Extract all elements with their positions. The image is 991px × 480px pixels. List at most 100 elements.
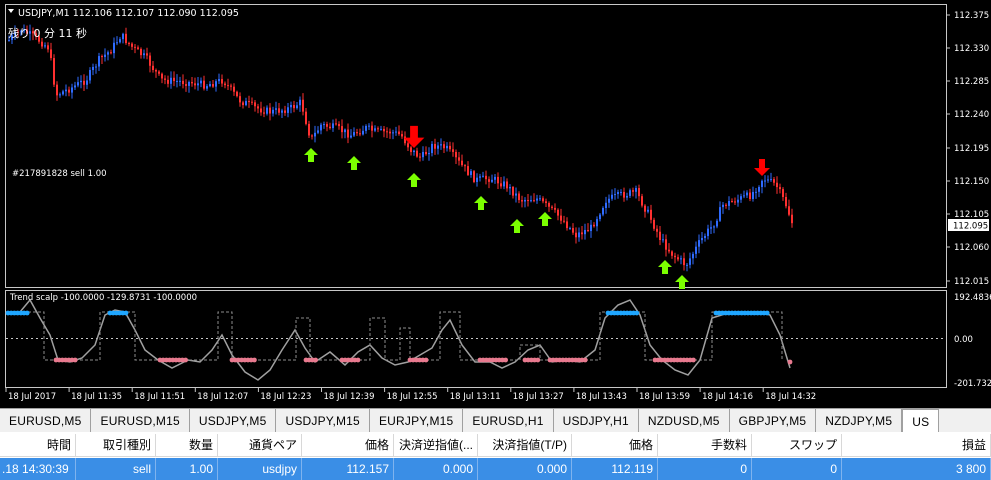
indicator-dot — [787, 359, 793, 365]
candle-body — [305, 111, 307, 124]
candle-body — [287, 107, 289, 113]
tab-usdjpy-m5[interactable]: USDJPY,M5 — [190, 409, 277, 432]
column-header-swap[interactable]: スワップ — [752, 434, 842, 456]
column-header-price[interactable]: 価格 — [302, 434, 394, 456]
candle-body — [41, 41, 43, 47]
tab-usdjpy-m15[interactable]: USDJPY,M15 — [276, 409, 370, 432]
time-label: 18 Jul 2017 — [8, 392, 56, 402]
candle-body — [50, 49, 52, 59]
candle-body — [392, 132, 394, 134]
time-label: 18 Jul 12:23 — [260, 392, 311, 402]
column-header-trade-type[interactable]: 取引種別 — [76, 434, 156, 456]
candle-body — [272, 109, 274, 114]
candle-body — [749, 192, 751, 200]
candle-body — [776, 182, 778, 188]
candle-body — [701, 237, 703, 241]
column-header-current-price[interactable]: 価格 — [572, 434, 658, 456]
candle-body — [605, 202, 607, 208]
candle-body — [8, 39, 10, 41]
chart-area[interactable]: USDJPY,M1 112.106 112.107 112.090 112.09… — [0, 0, 991, 408]
tab-usdjpy-h1[interactable]: USDJPY,H1 — [554, 409, 639, 432]
price-label: 112.285 — [954, 77, 989, 87]
candle-body — [440, 144, 442, 146]
candle-body — [329, 126, 331, 129]
tab-gbpjpy-m5[interactable]: GBPJPY,M5 — [730, 409, 817, 432]
tab-eurusd-h1[interactable]: EURUSD,H1 — [463, 409, 554, 432]
indicator-dot — [535, 357, 541, 363]
candle-body — [503, 181, 505, 187]
candle-body — [266, 107, 268, 114]
candle-body — [491, 179, 493, 182]
candle-body — [497, 176, 499, 184]
candle-body — [737, 199, 739, 203]
candle-body — [338, 124, 340, 127]
tab-eurusd-m15[interactable]: EURUSD,M15 — [91, 409, 190, 432]
column-header-commission[interactable]: 手数料 — [658, 434, 752, 456]
candle-body — [113, 42, 115, 54]
time-label: 18 Jul 13:43 — [576, 392, 627, 402]
table-row[interactable]: .18 14:30:39 sell 1.00 usdjpy 112.157 0.000 0.… — [0, 458, 991, 480]
indicator-dot — [764, 310, 770, 316]
candle-body — [359, 133, 361, 135]
tab-us[interactable]: US — [902, 409, 940, 432]
candle-body — [350, 135, 352, 138]
tab-eurjpy-m15[interactable]: EURJPY,M15 — [370, 409, 464, 432]
column-header-profit[interactable]: 損益 — [842, 434, 991, 456]
candle-body — [764, 180, 766, 182]
buy-signal-arrow-icon — [658, 260, 672, 274]
candle-body — [146, 53, 148, 56]
candle-body — [575, 232, 577, 238]
candle-body — [131, 43, 133, 47]
candle-body — [302, 99, 304, 112]
column-header-volume[interactable]: 数量 — [156, 434, 218, 456]
candle-body — [770, 179, 772, 181]
tab-nzdusd-m5[interactable]: NZDUSD,M5 — [639, 409, 730, 432]
column-header-currency-pair[interactable]: 通貨ペア — [218, 434, 302, 456]
column-header-stop-loss[interactable]: 決済逆指値(... — [394, 434, 478, 456]
candle-body — [410, 147, 412, 153]
candle-body — [425, 151, 427, 155]
chart-menu-triangle-icon[interactable] — [8, 9, 14, 13]
time-label: 18 Jul 11:35 — [71, 392, 122, 402]
candle-body — [47, 45, 49, 50]
candle-body — [83, 80, 85, 85]
column-header-take-profit[interactable]: 決済指値(T/P) — [484, 434, 572, 456]
candle-body — [746, 192, 748, 196]
time-label: 18 Jul 12:07 — [197, 392, 248, 402]
candle-body — [713, 226, 715, 228]
candle-body — [278, 108, 280, 113]
candle-body — [275, 108, 277, 110]
candle-body — [716, 220, 718, 227]
candle-body — [221, 79, 223, 84]
candle-body — [740, 196, 742, 200]
time-label: 18 Jul 13:59 — [639, 392, 690, 402]
candle-body — [332, 123, 334, 129]
candle-body — [785, 196, 787, 207]
candle-body — [668, 249, 670, 252]
signal-arrows-layer — [304, 125, 770, 289]
cell-trade-type: sell — [76, 458, 156, 480]
candle-body — [80, 80, 82, 83]
candle-body — [263, 112, 265, 114]
price-label: 112.375 — [954, 11, 989, 21]
cell-time: .18 14:30:39 — [0, 458, 76, 480]
price-label: 112.105 — [954, 210, 989, 220]
column-header-time[interactable]: 時間 — [0, 434, 76, 456]
candle-body — [461, 160, 463, 166]
cell-price: 112.157 — [302, 458, 394, 480]
candle-body — [557, 209, 559, 216]
candle-body — [98, 56, 100, 67]
candle-body — [152, 65, 154, 71]
candle-body — [563, 220, 565, 222]
tab-nzdjpy-m5[interactable]: NZDJPY,M5 — [816, 409, 903, 432]
candle-body — [248, 101, 250, 103]
time-label: 18 Jul 11:51 — [134, 392, 185, 402]
candle-body — [719, 207, 721, 221]
candle-body — [527, 199, 529, 202]
candle-body — [446, 145, 448, 149]
candle-body — [458, 157, 460, 161]
tab-eurusd-m5[interactable]: EURUSD,M5 — [0, 409, 92, 432]
candle-body — [659, 231, 661, 241]
candle-body — [227, 85, 229, 87]
chart-canvas[interactable]: USDJPY,M1 112.106 112.107 112.090 112.09… — [0, 0, 991, 408]
